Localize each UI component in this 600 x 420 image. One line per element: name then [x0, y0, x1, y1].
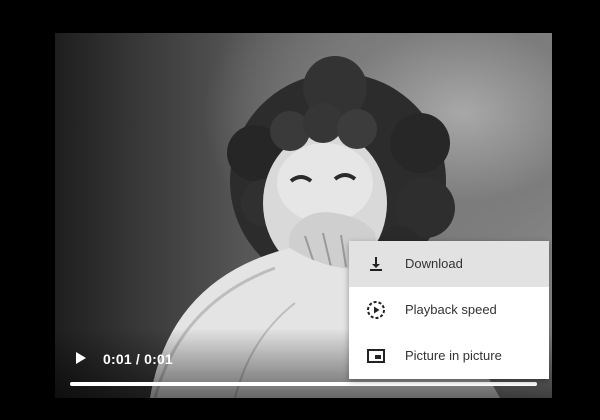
play-icon [76, 352, 86, 364]
menu-item-label: Picture in picture [405, 348, 502, 363]
play-button[interactable] [70, 348, 90, 368]
time-display: 0:01 / 0:01 [103, 351, 173, 367]
picture-in-picture-icon [366, 346, 386, 366]
overflow-menu: Download Playback speed Picture in pictu… [349, 241, 549, 379]
menu-item-label: Download [405, 256, 463, 271]
menu-item-label: Playback speed [405, 302, 497, 317]
page: 0:01 / 0:01 Download Playback speed Pict… [0, 0, 600, 420]
progress-fill [70, 382, 537, 386]
menu-item-picture-in-picture[interactable]: Picture in picture [349, 333, 549, 379]
menu-item-download[interactable]: Download [349, 241, 549, 287]
download-icon [366, 254, 386, 274]
progress-bar[interactable] [70, 382, 537, 386]
menu-item-playback-speed[interactable]: Playback speed [349, 287, 549, 333]
playback-speed-icon [366, 300, 386, 320]
